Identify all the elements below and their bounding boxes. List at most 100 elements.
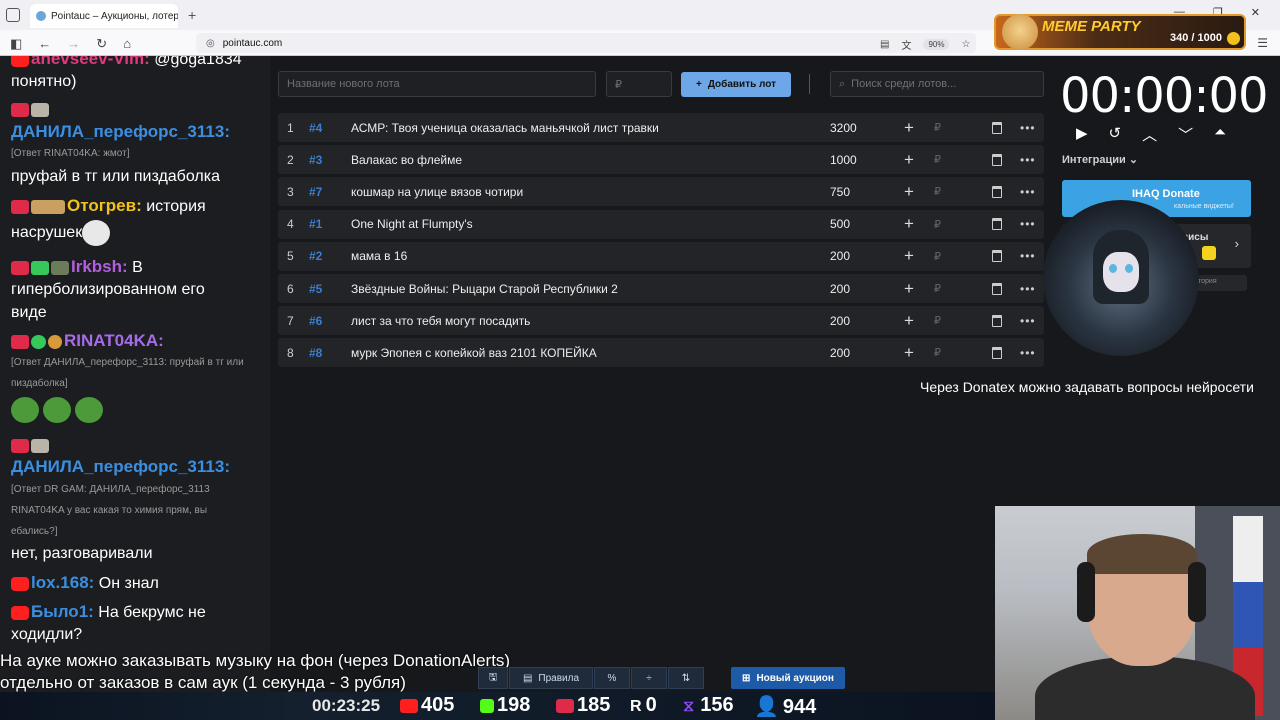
- lot-name[interactable]: АСМР: Твоя ученица оказалась маньячкой л…: [351, 121, 659, 135]
- add-amount-icon[interactable]: +: [904, 343, 914, 363]
- chat-reply: [Ответ DR GAM: ДАНИЛА_перефорс_3113: [11, 484, 210, 495]
- lot-amount[interactable]: 200: [830, 282, 850, 296]
- rub-input[interactable]: ₽: [934, 346, 941, 359]
- history-button[interactable]: тория: [1195, 275, 1247, 291]
- donatex-text: Через Donatex можно задавать вопросы ней…: [920, 379, 1254, 395]
- reset-icon[interactable]: ↺: [1109, 124, 1122, 145]
- lot-amount[interactable]: 200: [830, 249, 850, 263]
- add-amount-icon[interactable]: +: [904, 118, 914, 138]
- lot-name[interactable]: мурк Эпопея с копейкой ваз 2101 КОПЕЙКА: [351, 346, 597, 360]
- lot-amount[interactable]: 750: [830, 185, 850, 199]
- trash-icon[interactable]: [992, 121, 1002, 134]
- lot-row[interactable]: 1 #4 АСМР: Твоя ученица оказалась маньячко…: [278, 113, 1044, 142]
- trash-icon[interactable]: [992, 314, 1002, 327]
- lot-amount[interactable]: 200: [830, 314, 850, 328]
- add-amount-icon[interactable]: +: [904, 182, 914, 202]
- lot-amount[interactable]: 200: [830, 346, 850, 360]
- add-lot-button[interactable]: + Добавить лот: [681, 72, 791, 97]
- lot-row[interactable]: 7 #6 лист за что тебя могут посадить 200 + ₽ •…: [278, 306, 1044, 336]
- new-tab-icon[interactable]: +: [188, 7, 196, 23]
- bookmark-star-icon[interactable]: ☆: [961, 39, 970, 50]
- trash-icon[interactable]: [992, 282, 1002, 295]
- lot-name[interactable]: One Night at Flumpty's: [351, 217, 473, 231]
- zoom-level[interactable]: 90%: [923, 39, 950, 50]
- lot-amount[interactable]: 3200: [830, 121, 857, 135]
- rub-input[interactable]: ₽: [934, 282, 941, 295]
- site-info-icon[interactable]: ◎: [206, 38, 215, 49]
- search-input[interactable]: ⌕ Поиск среди лотов...: [830, 71, 1044, 97]
- add-amount-icon[interactable]: +: [904, 214, 914, 234]
- tab-overview-icon[interactable]: [6, 8, 20, 22]
- lot-row[interactable]: 6 #5 Звёздные Войны: Рыцари Старой Республ…: [278, 274, 1044, 303]
- rub-input[interactable]: ₽: [934, 314, 941, 327]
- more-icon[interactable]: •••: [1020, 314, 1036, 328]
- lot-name[interactable]: мама в 16: [351, 249, 407, 263]
- lot-name[interactable]: Валакас во флейме: [351, 153, 462, 167]
- emote-icon: [31, 199, 65, 214]
- save-icon[interactable]: 🖫: [478, 667, 508, 689]
- url-field[interactable]: ◎ pointauc.com: [196, 33, 976, 53]
- more-icon[interactable]: •••: [1020, 153, 1036, 167]
- lot-id: #5: [309, 281, 323, 296]
- trash-icon[interactable]: [992, 250, 1002, 263]
- lot-row[interactable]: 3 #7 кошмар на улице вязов чотири 750 + ₽ •••: [278, 177, 1044, 207]
- trash-icon[interactable]: [992, 346, 1002, 359]
- add-amount-icon[interactable]: +: [904, 311, 914, 331]
- chevron-down-icon: ⌄: [1128, 154, 1139, 166]
- translate-icon[interactable]: 文: [901, 37, 911, 52]
- add-amount-icon[interactable]: +: [904, 150, 914, 170]
- add-amount-icon[interactable]: +: [904, 246, 914, 266]
- lot-name[interactable]: Звёздные Войны: Рыцари Старой Республики…: [351, 282, 618, 296]
- lot-row[interactable]: 2 #3 Валакас во флейме 1000 + ₽ •••: [278, 145, 1044, 175]
- lot-amount[interactable]: 500: [830, 217, 850, 231]
- meme-count: 340 / 1000: [1170, 32, 1222, 44]
- rub-input[interactable]: ₽: [934, 250, 941, 263]
- chat-message: Отогрев: история: [11, 194, 206, 218]
- double-chevron-up-icon[interactable]: ⏶: [1214, 124, 1226, 145]
- chevron-up-icon[interactable]: ︿: [1142, 124, 1157, 145]
- more-icon[interactable]: •••: [1020, 249, 1036, 263]
- new-lot-input[interactable]: Название нового лота: [278, 71, 596, 97]
- amount-input[interactable]: ₽: [606, 71, 672, 97]
- trash-icon[interactable]: [992, 218, 1002, 231]
- rub-input[interactable]: ₽: [934, 121, 941, 134]
- trash-icon[interactable]: [992, 185, 1002, 198]
- back-icon[interactable]: ←: [38, 36, 51, 52]
- chevron-down-icon[interactable]: ﹀: [1178, 124, 1193, 145]
- play-icon[interactable]: ▶: [1076, 124, 1088, 145]
- rub-input[interactable]: ₽: [934, 185, 941, 198]
- trash-icon[interactable]: [992, 153, 1002, 166]
- browser-tab[interactable]: Pointauc – Аукционы, лотереи ✕: [30, 4, 178, 28]
- lot-amount[interactable]: 1000: [830, 153, 857, 167]
- more-icon[interactable]: •••: [1020, 346, 1036, 360]
- more-icon[interactable]: •••: [1020, 217, 1036, 231]
- rub-input[interactable]: ₽: [934, 153, 941, 166]
- close-window-icon[interactable]: ✕: [1251, 6, 1260, 19]
- avatar: [48, 334, 62, 349]
- lot-row[interactable]: 8 #8 мурк Эпопея с копейкой ваз 2101 КОПЕЙ…: [278, 338, 1044, 368]
- split-icon[interactable]: ÷: [631, 667, 667, 689]
- browser-menu-icon[interactable]: ☰: [1257, 36, 1268, 50]
- lot-row[interactable]: 5 #2 мама в 16 200 + ₽ •••: [278, 241, 1044, 271]
- lot-name[interactable]: кошмар на улице вязов чотири: [351, 185, 523, 199]
- lot-row[interactable]: 4 #1 One Night at Flumpty's 500 + ₽ •••: [278, 209, 1044, 239]
- sidebar-icon[interactable]: ◧: [10, 36, 22, 52]
- percent-icon[interactable]: %: [594, 667, 630, 689]
- more-icon[interactable]: •••: [1020, 185, 1036, 199]
- integrations-dropdown[interactable]: Интеграции ⌄: [1062, 153, 1138, 166]
- rules-button[interactable]: ▤ Правила: [509, 667, 593, 689]
- rub-input[interactable]: ₽: [934, 218, 941, 231]
- reader-icon[interactable]: ▤: [880, 39, 889, 50]
- reload-icon[interactable]: ↻: [96, 36, 107, 52]
- lot-name[interactable]: лист за что тебя могут посадить: [351, 314, 530, 328]
- home-icon[interactable]: ⌂: [123, 36, 131, 52]
- add-amount-icon[interactable]: +: [904, 279, 914, 299]
- live-icon: [11, 199, 29, 214]
- more-icon[interactable]: •••: [1020, 282, 1036, 296]
- new-auction-button[interactable]: ⊞ Новый аукцион: [731, 667, 845, 689]
- nav-buttons: ◧ ← → ↻ ⌂: [10, 36, 131, 52]
- more-icon[interactable]: •••: [1020, 121, 1036, 135]
- lot-id: #8: [309, 345, 323, 360]
- sort-icon[interactable]: ⇅: [668, 667, 704, 689]
- forward-icon[interactable]: →: [67, 36, 80, 52]
